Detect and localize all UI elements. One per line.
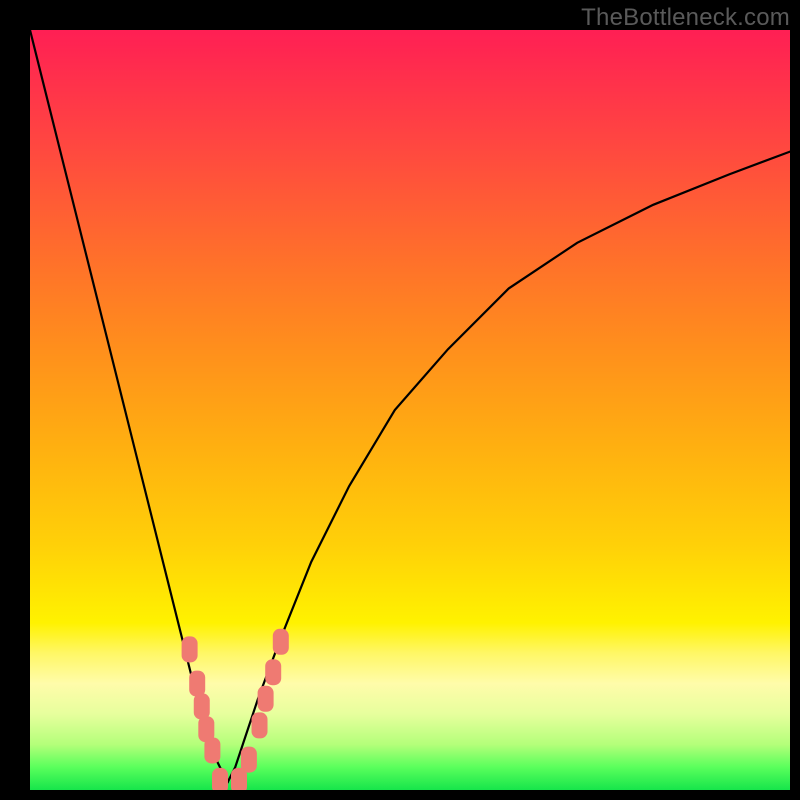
curve-marker-0 [182, 636, 198, 662]
curve-marker-8 [252, 712, 268, 738]
chart-frame: TheBottleneck.com [0, 0, 800, 800]
plot-area [30, 30, 790, 790]
curve-marker-10 [265, 659, 281, 685]
curves-svg [30, 30, 790, 790]
curve-marker-1 [189, 671, 205, 697]
curve-marker-11 [273, 629, 289, 655]
curve-marker-2 [194, 693, 210, 719]
curve-right-branch [228, 152, 790, 783]
curve-marker-9 [258, 686, 274, 712]
curve-marker-7 [241, 747, 257, 773]
watermark-text: TheBottleneck.com [581, 4, 790, 32]
curve-marker-5 [212, 768, 228, 790]
curve-marker-4 [204, 737, 220, 763]
curve-left-branch [30, 30, 228, 782]
